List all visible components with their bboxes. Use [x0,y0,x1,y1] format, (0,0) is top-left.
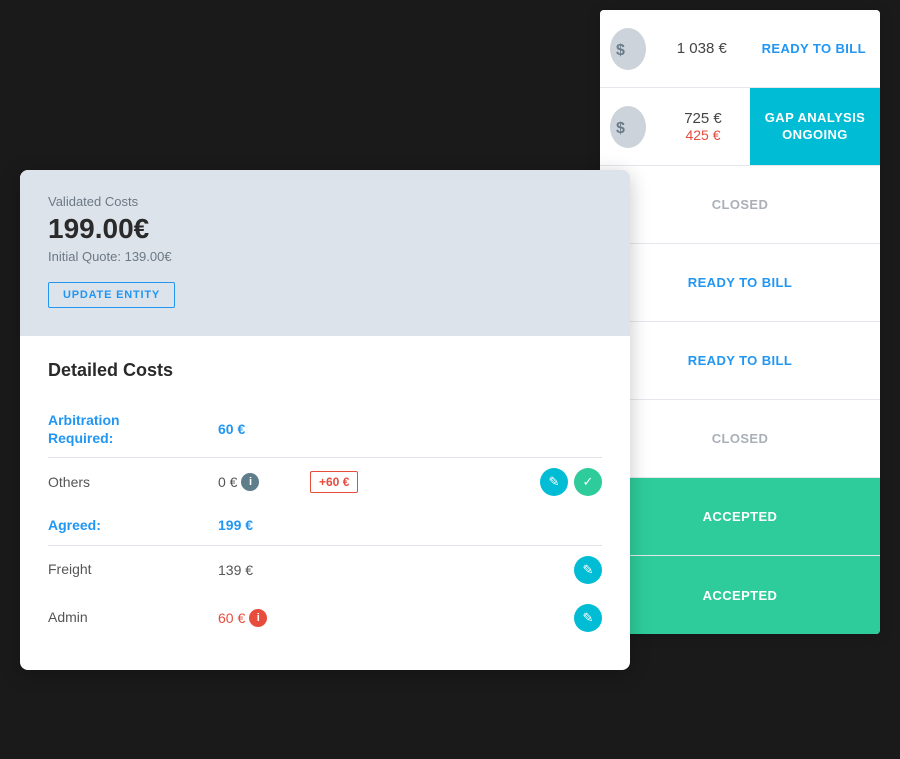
agreed-value: 199 € [218,517,298,533]
row2-status[interactable]: GAP ANALYSISONGOING [750,88,880,165]
validated-costs-label: Validated Costs [48,194,602,209]
row1-status[interactable]: READY TO BILL [748,31,880,66]
status-row-3: CLOSED [600,166,880,244]
admin-info-icon[interactable]: i [249,609,267,627]
freight-value: 139 € [218,562,298,578]
row2-amount-sub: 425 € [656,127,750,143]
status-row-2: $ 725 € 425 € GAP ANALYSISONGOING [600,88,880,166]
update-entity-button[interactable]: UPDATE ENTITY [48,282,175,308]
detailed-costs-section: Detailed Costs ArbitrationRequired: 60 €… [20,336,630,670]
detailed-costs-title: Detailed Costs [48,360,602,381]
arbitration-value: 60 € [218,421,298,437]
dc-row-admin: Admin 60 € i ✎ [48,594,602,642]
row2-amount-main: 725 € [656,110,750,127]
others-check-button[interactable]: ✓ [574,468,602,496]
row7-status[interactable]: ACCEPTED [600,478,880,555]
freight-actions: ✎ [574,556,602,584]
coin-icon-2: $ [610,106,646,148]
svg-text:$: $ [616,120,625,137]
others-edit-button[interactable]: ✎ [540,468,568,496]
admin-actions: ✎ [574,604,602,632]
others-label: Others [48,473,218,491]
others-actions: ✎ ✓ [540,468,602,496]
dc-row-others: Others 0 € i +60 € ✎ ✓ [48,458,602,506]
coin-icon-1: $ [610,28,646,70]
others-badge: +60 € [310,471,358,493]
row8-status[interactable]: ACCEPTED [600,556,880,634]
status-row-7: ACCEPTED [600,478,880,556]
others-info-icon[interactable]: i [241,473,259,491]
status-row-4: READY TO BILL [600,244,880,322]
detail-panel: Validated Costs 199.00€ Initial Quote: 1… [20,170,630,670]
initial-quote-label: Initial Quote: 139.00€ [48,249,602,264]
validated-costs-section: Validated Costs 199.00€ Initial Quote: 1… [20,170,630,336]
freight-label: Freight [48,560,218,578]
freight-edit-button[interactable]: ✎ [574,556,602,584]
row6-status[interactable]: CLOSED [600,421,880,456]
others-value: 0 € i [218,473,298,491]
dc-row-arbitration: ArbitrationRequired: 60 € [48,401,602,458]
row5-status[interactable]: READY TO BILL [600,343,880,378]
agreed-label: Agreed: [48,516,218,534]
row1-amounts: 1 038 € [656,32,748,65]
status-row-5: READY TO BILL [600,322,880,400]
admin-value: 60 € i [218,609,298,627]
validated-costs-amount: 199.00€ [48,213,602,245]
admin-label: Admin [48,608,218,626]
status-row-8: ACCEPTED [600,556,880,634]
dc-row-freight: Freight 139 € ✎ [48,546,602,594]
row2-amounts: 725 € 425 € [656,102,750,151]
row2-icon: $ [600,96,656,158]
admin-edit-button[interactable]: ✎ [574,604,602,632]
status-row-6: CLOSED [600,400,880,478]
row1-icon: $ [600,18,656,80]
row4-status[interactable]: READY TO BILL [600,265,880,300]
arbitration-label: ArbitrationRequired: [48,411,218,447]
row1-amount-main: 1 038 € [656,40,748,57]
status-row-1: $ 1 038 € READY TO BILL [600,10,880,88]
row3-status[interactable]: CLOSED [600,187,880,222]
svg-text:$: $ [616,42,625,59]
status-panel: $ 1 038 € READY TO BILL $ 725 € 425 € GA… [600,10,880,634]
dc-row-agreed: Agreed: 199 € [48,506,602,545]
